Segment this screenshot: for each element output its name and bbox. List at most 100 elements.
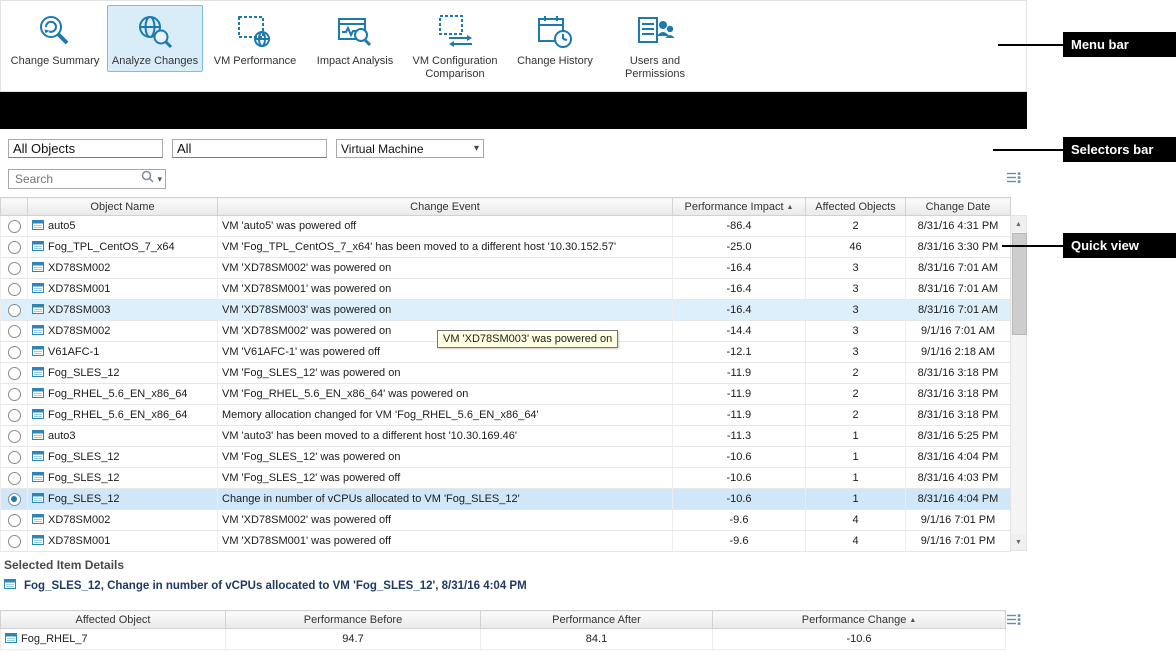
object-name-cell[interactable]: auto3 [28,426,218,447]
quick-view-table: Object Name Change Event Performance Imp… [0,197,1011,552]
vm-icon [32,471,44,486]
row-radio[interactable] [1,510,28,531]
column-chooser-icon[interactable] [1007,613,1021,631]
table-row[interactable]: Fog_SLES_12VM 'Fog_SLES_12' was powered … [1,363,1011,384]
row-radio[interactable] [1,468,28,489]
object-name-cell[interactable]: XD78SM001 [28,279,218,300]
search-box[interactable]: ▾ [8,169,166,189]
change-event-cell: VM 'XD78SM001' was powered on [218,279,673,300]
table-row[interactable]: Fog_TPL_CentOS_7_x64VM 'Fog_TPL_CentOS_7… [1,237,1011,258]
row-radio[interactable] [1,216,28,237]
change-date-cell: 9/1/16 7:01 PM [906,531,1011,552]
row-radio[interactable] [1,237,28,258]
menu-item-analyze-changes[interactable]: Analyze Changes [107,5,203,72]
object-name-cell[interactable]: V61AFC-1 [28,342,218,363]
object-name-cell[interactable]: Fog_SLES_12 [28,447,218,468]
change-date-cell: 8/31/16 4:03 PM [906,468,1011,489]
object-name-cell[interactable]: Fog_SLES_12 [28,489,218,510]
table-row[interactable]: XD78SM001VM 'XD78SM001' was powered on-1… [1,279,1011,300]
quick-view: Object Name Change Event Performance Imp… [0,197,1027,551]
table-row[interactable]: Fog_RHEL_5.6_EN_x86_64VM 'Fog_RHEL_5.6_E… [1,384,1011,405]
row-radio[interactable] [1,279,28,300]
change-event-cell: VM 'XD78SM002' was powered off [218,510,673,531]
scrollbar-thumb[interactable] [1012,233,1027,335]
column-header-change-event[interactable]: Change Event [218,198,673,216]
object-name-cell[interactable]: XD78SM003 [28,300,218,321]
menu-bar: Change Summary Analyze Changes VM Perfor… [0,0,1027,92]
row-radio[interactable] [1,363,28,384]
change-date-cell: 9/1/16 7:01 AM [906,321,1011,342]
row-radio[interactable] [1,447,28,468]
vm-icon [32,450,44,465]
search-input[interactable] [13,171,138,187]
table-row[interactable]: auto5VM 'auto5' was powered off-86.428/3… [1,216,1011,237]
object-name-cell[interactable]: Fog_SLES_12 [28,363,218,384]
affected-object-cell[interactable]: Fog_RHEL_7 [1,629,226,650]
object-name-cell[interactable]: Fog_RHEL_5.6_EN_x86_64 [28,405,218,426]
row-radio[interactable] [1,300,28,321]
object-type-value: Virtual Machine [341,142,424,156]
row-radio[interactable] [1,321,28,342]
quick-view-body: auto5VM 'auto5' was powered off-86.428/3… [1,216,1011,552]
object-name-cell[interactable]: Fog_TPL_CentOS_7_x64 [28,237,218,258]
column-chooser-icon[interactable] [1007,171,1021,189]
performance-impact-cell: -9.6 [673,510,806,531]
menu-item-change-history[interactable]: Change History [507,5,603,72]
object-name-cell[interactable]: XD78SM002 [28,321,218,342]
row-radio[interactable] [1,531,28,552]
column-header-performance-after[interactable]: Performance After [481,611,713,629]
column-header-affected-objects[interactable]: Affected Objects [806,198,906,216]
menu-item-impact-analysis[interactable]: Impact Analysis [307,5,403,72]
column-header-performance-before[interactable]: Performance Before [226,611,481,629]
affected-objects-cell: 3 [806,279,906,300]
object-name-cell[interactable]: Fog_SLES_12 [28,468,218,489]
row-radio[interactable] [1,342,28,363]
search-icon[interactable] [141,170,154,188]
table-row[interactable]: auto3VM 'auto3' has been moved to a diff… [1,426,1011,447]
object-name-cell[interactable]: XD78SM002 [28,258,218,279]
menu-item-change-summary[interactable]: Change Summary [7,5,103,72]
menu-item-users-and-permissions[interactable]: Users and Permissions [607,5,703,85]
performance-impact-cell: -11.9 [673,405,806,426]
row-radio[interactable] [1,489,28,510]
table-row[interactable]: XD78SM002VM 'XD78SM002' was powered on-1… [1,258,1011,279]
column-header-performance-change[interactable]: Performance Change▲ [713,611,1006,629]
table-row[interactable]: XD78SM001VM 'XD78SM001' was powered off-… [1,531,1011,552]
filter-selector-input[interactable] [172,139,327,158]
table-row[interactable]: Fog_SLES_12VM 'Fog_SLES_12' was powered … [1,447,1011,468]
menu-item-vm-configuration-comparison[interactable]: VM Configuration Comparison [407,5,503,85]
column-header-affected-object[interactable]: Affected Object [1,611,226,629]
scope-selector-input[interactable] [8,139,163,158]
column-header-performance-impact[interactable]: Performance Impact▲ [673,198,806,216]
row-radio[interactable] [1,384,28,405]
table-row[interactable]: Fog_RHEL_5.6_EN_x86_64Memory allocation … [1,405,1011,426]
scroll-up-button[interactable]: ▲ [1011,216,1026,232]
table-row[interactable]: Fog_RHEL_794.784.1-10.6 [1,629,1006,650]
table-row[interactable]: XD78SM002VM 'XD78SM002' was powered off-… [1,510,1011,531]
row-radio[interactable] [1,426,28,447]
object-name-cell[interactable]: XD78SM001 [28,531,218,552]
vm-icon [32,261,44,276]
scroll-down-button[interactable]: ▼ [1011,534,1026,550]
search-options-chevron-icon[interactable]: ▾ [157,174,162,185]
object-type-dropdown[interactable]: Virtual Machine ▾ [336,139,484,158]
table-row[interactable]: Fog_SLES_12Change in number of vCPUs all… [1,489,1011,510]
object-name-cell[interactable]: XD78SM002 [28,510,218,531]
object-name-cell[interactable]: Fog_RHEL_5.6_EN_x86_64 [28,384,218,405]
menu-item-label: Change Summary [11,55,100,68]
table-row[interactable]: XD78SM003VM 'XD78SM003' was powered on-1… [1,300,1011,321]
object-name-cell[interactable]: auto5 [28,216,218,237]
vertical-scrollbar[interactable]: ▲ ▼ [1010,215,1027,551]
analyze-changes-icon [135,11,175,53]
table-row[interactable]: Fog_SLES_12VM 'Fog_SLES_12' was powered … [1,468,1011,489]
row-radio[interactable] [1,258,28,279]
annotation-selectors-bar: Selectors bar [1063,137,1176,162]
vm-icon [32,303,44,318]
menu-item-label: Change History [517,55,593,68]
menu-item-vm-performance[interactable]: VM Performance [207,5,303,72]
performance-impact-cell: -25.0 [673,237,806,258]
column-header-object-name[interactable]: Object Name [28,198,218,216]
column-header-change-date[interactable]: Change Date [906,198,1011,216]
change-summary-icon [35,11,75,53]
row-radio[interactable] [1,405,28,426]
